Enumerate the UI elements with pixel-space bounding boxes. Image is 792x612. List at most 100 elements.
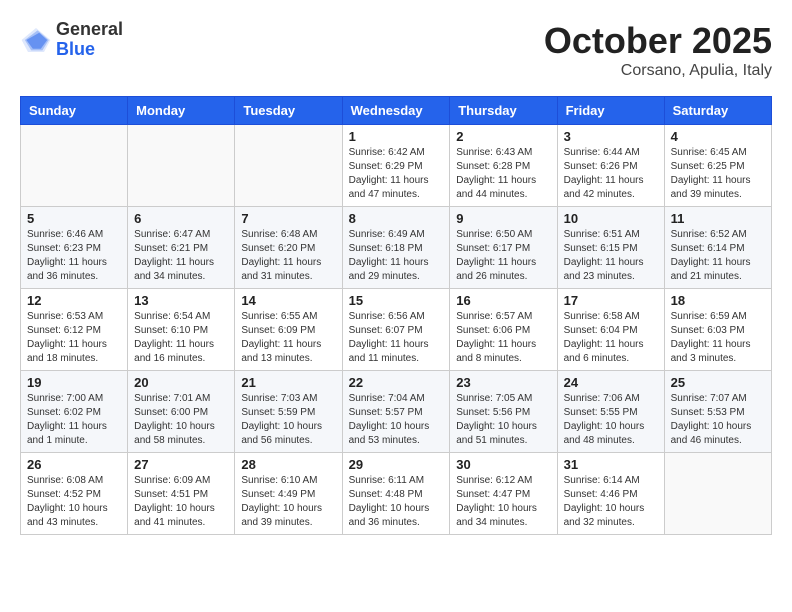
day-info: Sunrise: 6:45 AM Sunset: 6:25 PM Dayligh… bbox=[671, 146, 765, 202]
day-info: Sunrise: 7:07 AM Sunset: 5:53 PM Dayligh… bbox=[671, 392, 765, 448]
day-info: Sunrise: 7:05 AM Sunset: 5:56 PM Dayligh… bbox=[456, 392, 550, 448]
calendar-day: 16 Sunrise: 6:57 AM Sunset: 6:06 PM Dayli… bbox=[450, 289, 557, 371]
calendar-day: 6 Sunrise: 6:47 AM Sunset: 6:21 PM Daylig… bbox=[128, 207, 235, 289]
location: Corsano, Apulia, Italy bbox=[544, 62, 772, 80]
day-number: 22 bbox=[349, 375, 444, 390]
logo-general: General bbox=[56, 20, 123, 40]
day-number: 16 bbox=[456, 293, 550, 308]
calendar-day: 18 Sunrise: 6:59 AM Sunset: 6:03 PM Dayli… bbox=[664, 289, 771, 371]
calendar-day: 20 Sunrise: 7:01 AM Sunset: 6:00 PM Dayli… bbox=[128, 371, 235, 453]
weekday-header: Monday bbox=[128, 97, 235, 125]
day-number: 27 bbox=[134, 457, 228, 472]
calendar-day: 31Sunrise: 6:14 AM Sunset: 4:46 PM Dayli… bbox=[557, 453, 664, 535]
calendar-table: SundayMondayTuesdayWednesdayThursdayFrid… bbox=[20, 96, 772, 535]
day-info: Sunrise: 6:51 AM Sunset: 6:15 PM Dayligh… bbox=[564, 228, 658, 284]
day-number: 12 bbox=[27, 293, 121, 308]
calendar-day: 23 Sunrise: 7:05 AM Sunset: 5:56 PM Dayli… bbox=[450, 371, 557, 453]
calendar-day: 26Sunrise: 6:08 AM Sunset: 4:52 PM Dayli… bbox=[21, 453, 128, 535]
calendar-day: 15Sunrise: 6:56 AM Sunset: 6:07 PM Dayli… bbox=[342, 289, 450, 371]
calendar-day: 7 Sunrise: 6:48 AM Sunset: 6:20 PM Daylig… bbox=[235, 207, 342, 289]
day-info: Sunrise: 7:06 AM Sunset: 5:55 PM Dayligh… bbox=[564, 392, 658, 448]
day-info: Sunrise: 6:47 AM Sunset: 6:21 PM Dayligh… bbox=[134, 228, 228, 284]
calendar-day bbox=[235, 125, 342, 207]
calendar-header: SundayMondayTuesdayWednesdayThursdayFrid… bbox=[21, 97, 772, 125]
calendar-body: 1 Sunrise: 6:42 AM Sunset: 6:29 PM Daylig… bbox=[21, 125, 772, 535]
day-info: Sunrise: 7:04 AM Sunset: 5:57 PM Dayligh… bbox=[349, 392, 444, 448]
day-number: 9 bbox=[456, 211, 550, 226]
day-number: 7 bbox=[241, 211, 335, 226]
calendar-day: 30Sunrise: 6:12 AM Sunset: 4:47 PM Dayli… bbox=[450, 453, 557, 535]
day-info: Sunrise: 6:09 AM Sunset: 4:51 PM Dayligh… bbox=[134, 474, 228, 530]
day-info: Sunrise: 6:49 AM Sunset: 6:18 PM Dayligh… bbox=[349, 228, 444, 284]
logo-icon bbox=[20, 24, 52, 56]
day-number: 14 bbox=[241, 293, 335, 308]
day-number: 6 bbox=[134, 211, 228, 226]
day-info: Sunrise: 6:42 AM Sunset: 6:29 PM Dayligh… bbox=[349, 146, 444, 202]
logo-blue: Blue bbox=[56, 40, 123, 60]
day-info: Sunrise: 6:54 AM Sunset: 6:10 PM Dayligh… bbox=[134, 310, 228, 366]
day-number: 21 bbox=[241, 375, 335, 390]
calendar-day: 9 Sunrise: 6:50 AM Sunset: 6:17 PM Daylig… bbox=[450, 207, 557, 289]
day-number: 25 bbox=[671, 375, 765, 390]
weekday-row: SundayMondayTuesdayWednesdayThursdayFrid… bbox=[21, 97, 772, 125]
weekday-header: Tuesday bbox=[235, 97, 342, 125]
calendar-day: 27 Sunrise: 6:09 AM Sunset: 4:51 PM Dayli… bbox=[128, 453, 235, 535]
calendar-day: 19 Sunrise: 7:00 AM Sunset: 6:02 PM Dayli… bbox=[21, 371, 128, 453]
day-number: 1 bbox=[349, 129, 444, 144]
day-number: 11 bbox=[671, 211, 765, 226]
logo-text: General Blue bbox=[56, 20, 123, 60]
calendar-day: 21 Sunrise: 7:03 AM Sunset: 5:59 PM Dayli… bbox=[235, 371, 342, 453]
title-block: October 2025 Corsano, Apulia, Italy bbox=[544, 20, 772, 80]
day-info: Sunrise: 6:11 AM Sunset: 4:48 PM Dayligh… bbox=[349, 474, 444, 530]
day-info: Sunrise: 7:01 AM Sunset: 6:00 PM Dayligh… bbox=[134, 392, 228, 448]
day-number: 31 bbox=[564, 457, 658, 472]
day-number: 29 bbox=[349, 457, 444, 472]
day-number: 23 bbox=[456, 375, 550, 390]
day-number: 24 bbox=[564, 375, 658, 390]
day-info: Sunrise: 6:57 AM Sunset: 6:06 PM Dayligh… bbox=[456, 310, 550, 366]
calendar-day: 24 Sunrise: 7:06 AM Sunset: 5:55 PM Dayli… bbox=[557, 371, 664, 453]
day-info: Sunrise: 6:48 AM Sunset: 6:20 PM Dayligh… bbox=[241, 228, 335, 284]
day-info: Sunrise: 6:56 AM Sunset: 6:07 PM Dayligh… bbox=[349, 310, 444, 366]
calendar-day: 14Sunrise: 6:55 AM Sunset: 6:09 PM Dayli… bbox=[235, 289, 342, 371]
day-info: Sunrise: 6:50 AM Sunset: 6:17 PM Dayligh… bbox=[456, 228, 550, 284]
calendar-day: 22 Sunrise: 7:04 AM Sunset: 5:57 PM Dayli… bbox=[342, 371, 450, 453]
day-number: 28 bbox=[241, 457, 335, 472]
day-number: 18 bbox=[671, 293, 765, 308]
calendar-day: 5 Sunrise: 6:46 AM Sunset: 6:23 PM Daylig… bbox=[21, 207, 128, 289]
calendar-day: 8 Sunrise: 6:49 AM Sunset: 6:18 PM Daylig… bbox=[342, 207, 450, 289]
calendar-day: 12Sunrise: 6:53 AM Sunset: 6:12 PM Dayli… bbox=[21, 289, 128, 371]
calendar-day bbox=[128, 125, 235, 207]
month-title: October 2025 bbox=[544, 20, 772, 62]
day-number: 2 bbox=[456, 129, 550, 144]
day-number: 19 bbox=[27, 375, 121, 390]
day-info: Sunrise: 6:43 AM Sunset: 6:28 PM Dayligh… bbox=[456, 146, 550, 202]
day-info: Sunrise: 7:00 AM Sunset: 6:02 PM Dayligh… bbox=[27, 392, 121, 448]
calendar-week: 1 Sunrise: 6:42 AM Sunset: 6:29 PM Daylig… bbox=[21, 125, 772, 207]
weekday-header: Sunday bbox=[21, 97, 128, 125]
day-info: Sunrise: 6:08 AM Sunset: 4:52 PM Dayligh… bbox=[27, 474, 121, 530]
calendar-day: 17Sunrise: 6:58 AM Sunset: 6:04 PM Dayli… bbox=[557, 289, 664, 371]
calendar-day: 29 Sunrise: 6:11 AM Sunset: 4:48 PM Dayli… bbox=[342, 453, 450, 535]
calendar-week: 26Sunrise: 6:08 AM Sunset: 4:52 PM Dayli… bbox=[21, 453, 772, 535]
day-number: 20 bbox=[134, 375, 228, 390]
day-info: Sunrise: 6:46 AM Sunset: 6:23 PM Dayligh… bbox=[27, 228, 121, 284]
day-number: 4 bbox=[671, 129, 765, 144]
calendar-day: 3Sunrise: 6:44 AM Sunset: 6:26 PM Daylig… bbox=[557, 125, 664, 207]
calendar-day: 10Sunrise: 6:51 AM Sunset: 6:15 PM Dayli… bbox=[557, 207, 664, 289]
day-number: 8 bbox=[349, 211, 444, 226]
day-number: 5 bbox=[27, 211, 121, 226]
calendar-day bbox=[664, 453, 771, 535]
calendar-day bbox=[21, 125, 128, 207]
day-info: Sunrise: 6:44 AM Sunset: 6:26 PM Dayligh… bbox=[564, 146, 658, 202]
day-info: Sunrise: 6:59 AM Sunset: 6:03 PM Dayligh… bbox=[671, 310, 765, 366]
day-info: Sunrise: 6:58 AM Sunset: 6:04 PM Dayligh… bbox=[564, 310, 658, 366]
calendar-day: 13Sunrise: 6:54 AM Sunset: 6:10 PM Dayli… bbox=[128, 289, 235, 371]
day-info: Sunrise: 6:52 AM Sunset: 6:14 PM Dayligh… bbox=[671, 228, 765, 284]
calendar-day: 2 Sunrise: 6:43 AM Sunset: 6:28 PM Daylig… bbox=[450, 125, 557, 207]
weekday-header: Friday bbox=[557, 97, 664, 125]
calendar-week: 19 Sunrise: 7:00 AM Sunset: 6:02 PM Dayli… bbox=[21, 371, 772, 453]
calendar-week: 5 Sunrise: 6:46 AM Sunset: 6:23 PM Daylig… bbox=[21, 207, 772, 289]
day-info: Sunrise: 6:10 AM Sunset: 4:49 PM Dayligh… bbox=[241, 474, 335, 530]
day-info: Sunrise: 7:03 AM Sunset: 5:59 PM Dayligh… bbox=[241, 392, 335, 448]
